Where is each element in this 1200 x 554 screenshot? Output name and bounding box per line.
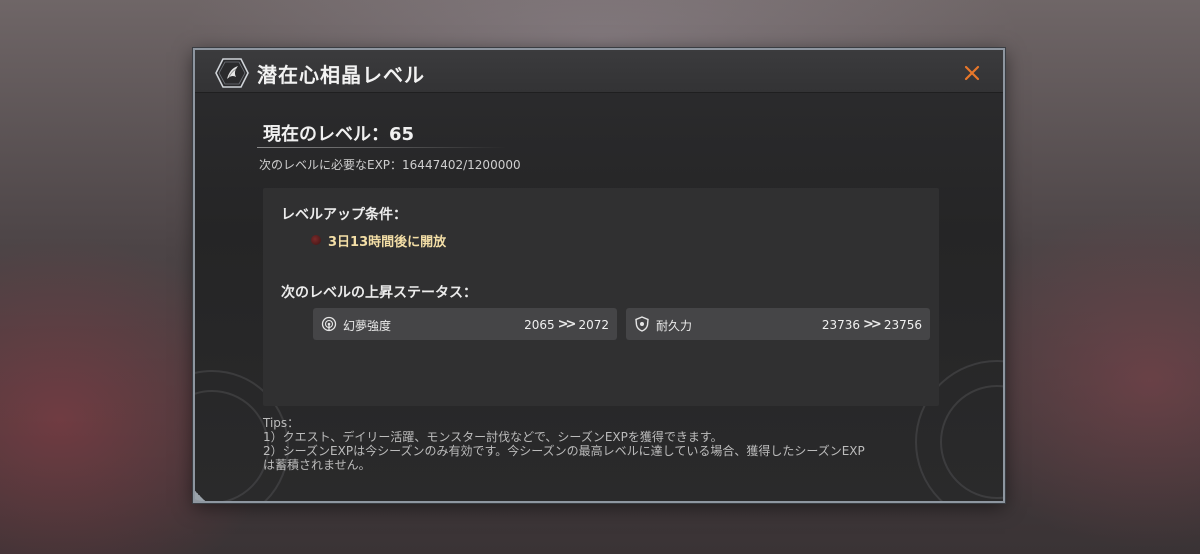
stat-from-value: 2065 [524,317,555,332]
stat-values: 2065 >> 2072 [524,317,609,332]
stat-name: 幻夢強度 [343,319,392,333]
tips-line: は蓄積されません。 [263,458,371,472]
close-icon[interactable] [961,62,983,84]
double-chevron-right-icon: >> [557,317,577,332]
stat-to-value: 23756 [883,317,922,332]
exp-requirement-text: 次のレベルに必要なEXP：16447402/1200000 [259,158,521,172]
stat-to-value: 2072 [578,317,609,332]
radar-icon [321,316,337,332]
stat-values: 23736 >> 23756 [822,317,922,332]
stat-box-dream-strength: 幻夢強度 2065 >> 2072 [313,308,617,340]
dialog-title: 潜在心相晶レベル [257,63,425,87]
stat-box-durability: 耐久力 23736 >> 23756 [626,308,930,340]
tips-line: 1）クエスト、デイリー活躍、モンスター討伐などで、シーズンEXPを獲得できます。 [263,430,723,444]
crystal-level-dialog: 潜在心相晶レベル 現在のレベル：65 次のレベルに必要なEXP：16447402… [193,48,1005,503]
tips-line: 2）シーズンEXPは今シーズンのみ有効です。今シーズンの最高レベルに達している場… [263,444,865,458]
levelup-info-panel: レベルアップ条件： 3日13時間後に開放 次のレベルの上昇ステータス： 幻夢強度… [263,188,939,406]
levelup-conditions-label: レベルアップ条件： [281,207,407,223]
tips-section: Tips： 1）クエスト、デイリー活躍、モンスター討伐などで、シーズンEXPを獲… [263,416,953,472]
dialog-header: 潜在心相晶レベル [195,50,1003,93]
lock-status-icon [311,235,321,245]
tips-heading: Tips： [263,416,300,430]
double-chevron-right-icon: >> [863,317,882,332]
current-level-text: 現在のレベル：65 [263,124,415,145]
condition-text: 3日13時間後に開放 [328,234,447,250]
stat-from-value: 23736 [821,317,861,332]
stats-section-label: 次のレベルの上昇ステータス： [281,285,477,301]
crystal-emblem-icon [215,58,249,88]
levelup-condition-row: 3日13時間後に開放 [311,230,446,250]
level-underline [257,147,507,148]
shield-icon [635,316,649,332]
stat-name: 耐久力 [656,319,693,333]
